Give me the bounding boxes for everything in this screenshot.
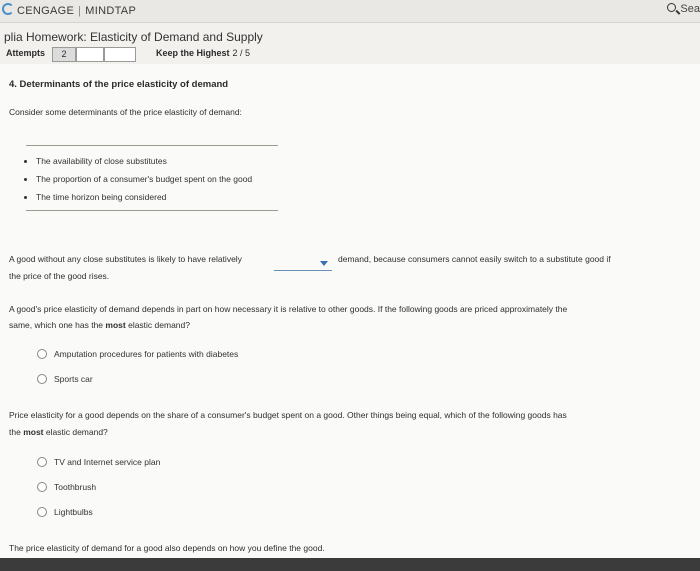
list-item: The availability of close substitutes (36, 152, 252, 170)
q2-text-line2: same, which one has the most elastic dem… (9, 317, 190, 334)
search-icon (667, 3, 677, 12)
homework-title: plia Homework: Elasticity of Demand and … (4, 30, 263, 44)
attempt-box-current: 2 (52, 47, 76, 62)
q3-bold: most (23, 427, 44, 437)
q2-pre: same, which one has the (9, 320, 104, 330)
q1-text-after: demand, because consumers cannot easily … (338, 254, 611, 264)
keep-highest-text: Keep the Highest (156, 48, 230, 58)
attempt-box (76, 47, 104, 62)
question-heading: 4. Determinants of the price elasticity … (9, 79, 229, 90)
radio-icon (37, 349, 47, 359)
q3-option-radio[interactable]: Lightbulbs (37, 507, 93, 517)
q1-text-before: A good without any close substitutes is … (9, 254, 242, 264)
q3-option-radio[interactable]: TV and Internet service plan (37, 457, 160, 467)
list-item: The proportion of a consumer's budget sp… (36, 170, 252, 188)
radio-icon (37, 374, 47, 384)
attempts-row: Attempts 2 Keep the Highest 2 / 5 (6, 47, 268, 62)
next-section-text: The price elasticity of demand for a goo… (9, 543, 325, 553)
q3-option-label: TV and Internet service plan (54, 457, 161, 467)
q2-option-radio[interactable]: Sports car (37, 374, 93, 384)
determinants-list: The availability of close substitutes Th… (26, 152, 252, 206)
q2-option-label: Sports car (54, 374, 93, 384)
brand[interactable]: CENGAGE | MINDTAP (2, 3, 136, 17)
divider (26, 210, 278, 211)
list-item: The time horizon being considered (36, 188, 252, 206)
brand-cengage: CENGAGE (17, 5, 75, 17)
keep-highest-score: 2 / 5 (232, 48, 251, 58)
brand-mindtap: MINDTAP (85, 5, 137, 17)
q3-option-label: Toothbrush (54, 482, 97, 492)
brand-separator: | (78, 5, 82, 17)
top-bar: CENGAGE | MINDTAP Sea (0, 0, 700, 23)
q3-pre: the (9, 427, 21, 437)
q3-text-line1: Price elasticity for a good depends on t… (9, 410, 567, 420)
search-button[interactable]: Sea (667, 3, 700, 15)
q2-option-radio[interactable]: Amputation procedures for patients with … (37, 349, 238, 359)
q3-option-radio[interactable]: Toothbrush (37, 482, 96, 492)
question-intro: Consider some determinants of the price … (9, 107, 242, 117)
cengage-logo-icon (2, 3, 14, 15)
radio-icon (37, 507, 47, 517)
keep-highest-label: Keep the Highest 2 / 5 (156, 48, 250, 58)
q2-bold: most (105, 320, 126, 330)
chevron-down-icon[interactable] (320, 261, 328, 266)
attempts-label: Attempts (6, 48, 46, 58)
bottom-bar (0, 558, 700, 571)
q3-text-line2: the most elastic demand? (9, 424, 108, 441)
q2-text-line1: A good's price elasticity of demand depe… (9, 304, 568, 314)
question-panel: 4. Determinants of the price elasticity … (0, 64, 700, 558)
search-label: Sea (680, 3, 700, 15)
q2-post: elastic demand? (128, 320, 190, 330)
radio-icon (37, 457, 47, 467)
q1-text-line2: the price of the good rises. (9, 271, 110, 281)
divider (26, 145, 278, 146)
attempt-box (104, 47, 136, 62)
q2-option-label: Amputation procedures for patients with … (54, 349, 239, 359)
q3-option-label: Lightbulbs (54, 507, 93, 517)
radio-icon (37, 482, 47, 492)
q3-post: elastic demand? (45, 427, 108, 437)
